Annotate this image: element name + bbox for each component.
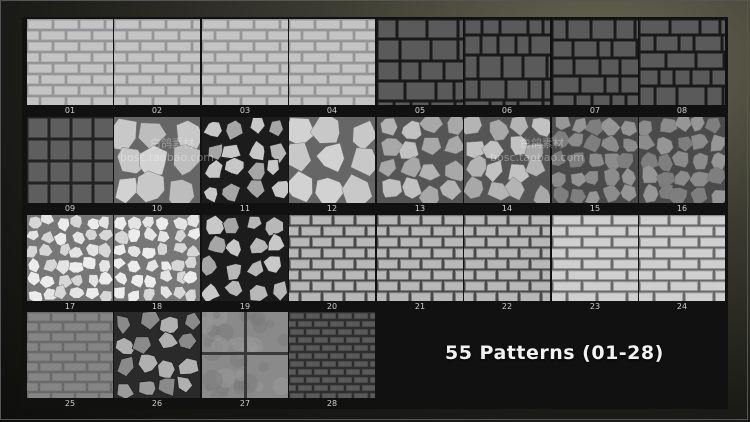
pattern-tile[interactable]: 14 — [464, 117, 550, 218]
pattern-swatch — [202, 117, 288, 203]
pattern-tile[interactable]: 25 — [27, 312, 113, 413]
pattern-tile[interactable]: 11 — [202, 117, 288, 218]
pattern-swatch — [552, 19, 638, 105]
pattern-swatch — [114, 215, 200, 301]
pattern-tile[interactable]: 03 — [202, 19, 288, 120]
pattern-tile[interactable]: 23 — [552, 215, 638, 316]
pattern-number: 19 — [239, 302, 251, 311]
pattern-number: 21 — [414, 302, 426, 311]
pattern-number: 08 — [676, 106, 688, 115]
watermark-1: 白鸽素材 bosc.taobao.com — [120, 137, 215, 164]
pattern-tile[interactable]: 13 — [377, 117, 463, 218]
pattern-swatch — [289, 312, 375, 398]
pattern-swatch — [639, 117, 725, 203]
pattern-swatch — [639, 215, 725, 301]
pattern-tile[interactable]: 27 — [202, 312, 288, 413]
pattern-tile[interactable]: 09 — [27, 117, 113, 218]
watermark-2: 白鸽素材 bosc.taobao.com — [490, 137, 585, 164]
pattern-swatch — [289, 117, 375, 203]
pattern-swatch — [27, 117, 113, 203]
pattern-tile[interactable]: 19 — [202, 215, 288, 316]
pattern-number: 06 — [501, 106, 513, 115]
pattern-number: 17 — [64, 302, 76, 311]
pattern-tile[interactable]: 22 — [464, 215, 550, 316]
pattern-swatch — [639, 19, 725, 105]
pattern-swatch — [27, 312, 113, 398]
pattern-tile[interactable]: 04 — [289, 19, 375, 120]
pattern-number: 22 — [501, 302, 513, 311]
pattern-swatch — [464, 215, 550, 301]
pattern-swatch — [377, 215, 463, 301]
pattern-swatch — [27, 215, 113, 301]
pattern-tile[interactable]: 24 — [639, 215, 725, 316]
pattern-tile[interactable]: 05 — [377, 19, 463, 120]
pattern-number: 27 — [239, 399, 251, 408]
pattern-tile[interactable]: 08 — [639, 19, 725, 120]
pattern-number: 14 — [501, 204, 513, 213]
pattern-number: 25 — [64, 399, 76, 408]
pattern-number: 04 — [326, 106, 338, 115]
pattern-tile[interactable]: 15 — [552, 117, 638, 218]
pattern-number: 20 — [326, 302, 338, 311]
pattern-number: 01 — [64, 106, 76, 115]
pattern-tile[interactable]: 28 — [289, 312, 375, 413]
pattern-number: 23 — [589, 302, 601, 311]
pattern-number: 09 — [64, 204, 76, 213]
pattern-tile[interactable]: 16 — [639, 117, 725, 218]
pattern-tile[interactable]: 26 — [114, 312, 200, 413]
pattern-tile[interactable]: 02 — [114, 19, 200, 120]
pattern-swatch — [289, 215, 375, 301]
pattern-number: 05 — [414, 106, 426, 115]
pattern-tile[interactable]: 06 — [464, 19, 550, 120]
pattern-swatch — [114, 19, 200, 105]
pattern-number: 07 — [589, 106, 601, 115]
pattern-number: 02 — [151, 106, 163, 115]
pattern-number: 18 — [151, 302, 163, 311]
pattern-number: 28 — [326, 399, 338, 408]
pattern-swatch — [202, 215, 288, 301]
pattern-number: 13 — [414, 204, 426, 213]
pattern-number: 15 — [589, 204, 601, 213]
pattern-tile[interactable]: 20 — [289, 215, 375, 316]
pattern-number: 03 — [239, 106, 251, 115]
pattern-swatch — [202, 19, 288, 105]
pattern-number: 24 — [676, 302, 688, 311]
pattern-swatch — [202, 312, 288, 398]
pattern-swatch — [464, 19, 550, 105]
pattern-tile[interactable]: 18 — [114, 215, 200, 316]
pattern-swatch — [289, 19, 375, 105]
pattern-number: 12 — [326, 204, 338, 213]
pattern-swatch — [377, 117, 463, 203]
pattern-number: 26 — [151, 399, 163, 408]
pattern-tile[interactable]: 17 — [27, 215, 113, 316]
pattern-tile[interactable]: 21 — [377, 215, 463, 316]
pattern-number: 11 — [239, 204, 251, 213]
pattern-swatch — [377, 19, 463, 105]
pattern-tile[interactable]: 12 — [289, 117, 375, 218]
pattern-number: 16 — [676, 204, 688, 213]
pattern-tile[interactable]: 01 — [27, 19, 113, 120]
pattern-swatch — [114, 312, 200, 398]
pattern-swatch — [27, 19, 113, 105]
pattern-number: 10 — [151, 204, 163, 213]
pattern-tile[interactable]: 07 — [552, 19, 638, 120]
page-title: 55 Patterns (01-28) — [445, 342, 664, 364]
pattern-tile[interactable]: 10 — [114, 117, 200, 218]
pattern-swatch — [552, 215, 638, 301]
